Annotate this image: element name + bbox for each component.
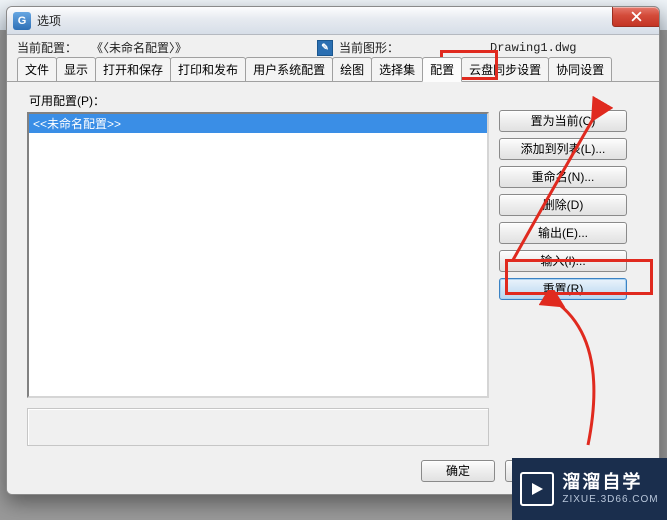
window-title: 选项	[37, 12, 61, 29]
app-icon: G	[13, 12, 31, 30]
current-drawing-value: Drawing1.dwg	[490, 41, 576, 55]
tab-bar: 文件 显示 打开和保存 打印和发布 用户系统配置 绘图 选择集 配置 云盘同步设…	[7, 58, 659, 82]
profiles-listbox[interactable]: <<未命名配置>>	[27, 112, 489, 398]
tab-cloud-sync[interactable]: 云盘同步设置	[461, 57, 549, 82]
watermark-title: 溜溜自学	[562, 472, 658, 494]
tab-user-system[interactable]: 用户系统配置	[245, 57, 333, 82]
ok-button[interactable]: 确定	[421, 460, 495, 482]
close-icon	[631, 11, 642, 22]
current-config-value: 《〈未命名配置〉》	[91, 39, 187, 56]
rename-button[interactable]: 重命名(N)...	[499, 166, 627, 188]
list-item[interactable]: <<未命名配置>>	[29, 114, 487, 133]
tab-profile[interactable]: 配置	[422, 57, 462, 82]
titlebar[interactable]: G 选项	[7, 7, 659, 35]
watermark-url: ZIXUE.3D66.COM	[562, 494, 658, 506]
current-drawing-label: 当前图形：	[339, 39, 399, 56]
description-box	[27, 408, 489, 446]
tab-open-save[interactable]: 打开和保存	[95, 57, 171, 82]
play-icon	[520, 472, 554, 506]
tab-display[interactable]: 显示	[56, 57, 96, 82]
drawing-icon: ✎	[317, 40, 333, 56]
reset-button[interactable]: 重置(R)	[499, 278, 627, 300]
import-button[interactable]: 输入(I)...	[499, 250, 627, 272]
delete-button[interactable]: 删除(D)	[499, 194, 627, 216]
tab-collab[interactable]: 协同设置	[548, 57, 612, 82]
tab-print-publish[interactable]: 打印和发布	[170, 57, 246, 82]
profiles-label: 可用配置(P)：	[27, 92, 489, 112]
add-to-list-button[interactable]: 添加到列表(L)...	[499, 138, 627, 160]
header-row: 当前配置： 《〈未命名配置〉》 ✎ 当前图形： Drawing1.dwg	[7, 35, 659, 58]
export-button[interactable]: 输出(E)...	[499, 222, 627, 244]
tab-draw[interactable]: 绘图	[332, 57, 372, 82]
content-area: 可用配置(P)： <<未命名配置>> 置为当前(C) 添加到列表(L)... 重…	[7, 82, 659, 452]
current-config-label: 当前配置：	[17, 39, 77, 56]
tab-selection[interactable]: 选择集	[371, 57, 423, 82]
set-current-button[interactable]: 置为当前(C)	[499, 110, 627, 132]
close-button[interactable]	[612, 6, 660, 27]
tab-file[interactable]: 文件	[17, 57, 57, 82]
watermark-badge: 溜溜自学 ZIXUE.3D66.COM	[512, 458, 667, 520]
options-dialog: G 选项 当前配置： 《〈未命名配置〉》 ✎ 当前图形： Drawing1.dw…	[6, 6, 660, 495]
